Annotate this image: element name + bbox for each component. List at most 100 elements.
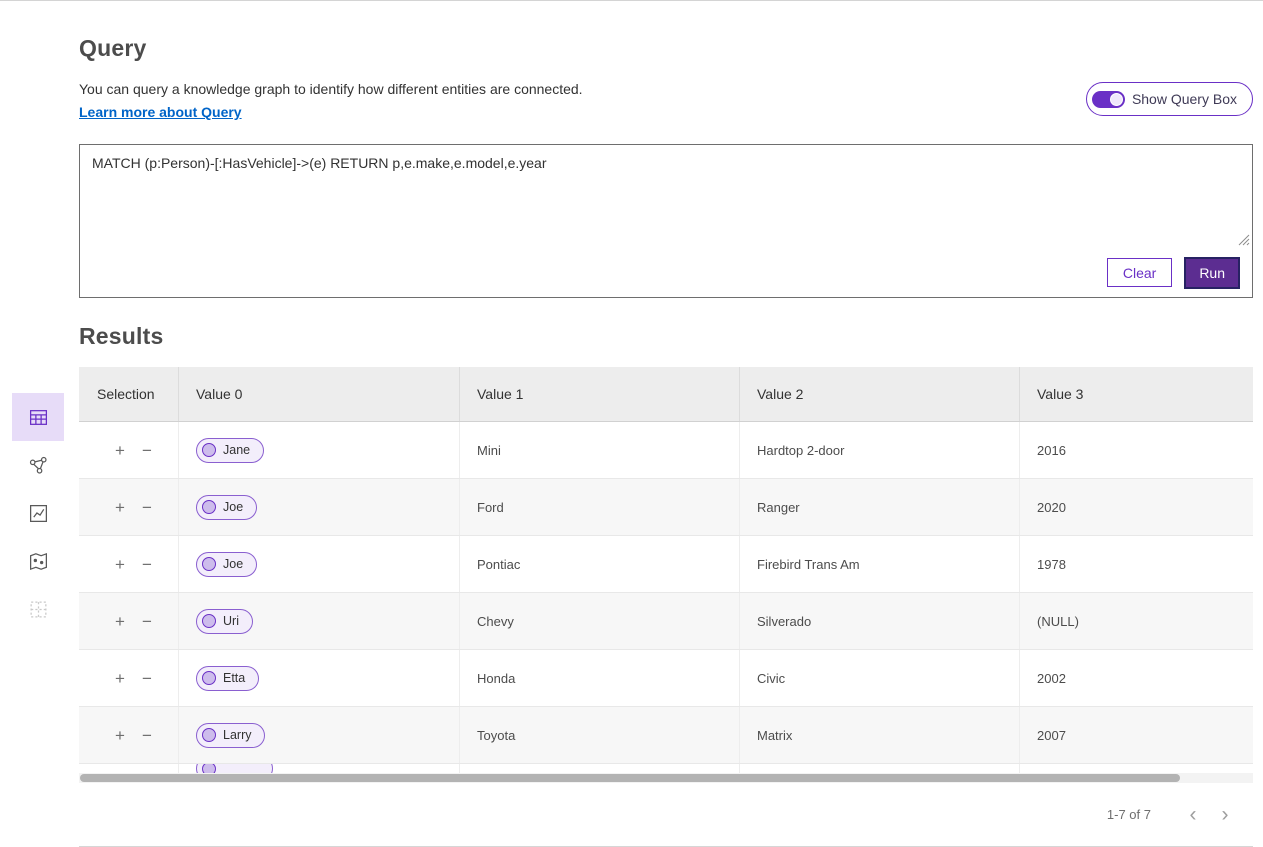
select-add-button[interactable]: + bbox=[113, 440, 127, 461]
table-view-button[interactable] bbox=[12, 393, 64, 441]
run-button[interactable]: Run bbox=[1185, 258, 1239, 288]
results-section-title: Results bbox=[79, 323, 163, 350]
clear-button[interactable]: Clear bbox=[1107, 258, 1172, 287]
select-add-button[interactable]: + bbox=[113, 554, 127, 575]
query-description: You can query a knowledge graph to ident… bbox=[79, 81, 583, 97]
value1-cell: Pontiac bbox=[459, 536, 739, 592]
entity-chip[interactable]: Joe bbox=[196, 552, 257, 577]
entity-chip[interactable]: Jane bbox=[196, 438, 264, 463]
entity-label: Etta bbox=[223, 671, 245, 685]
table-row: +− Larry ToyotaMatrix2007 bbox=[79, 707, 1253, 764]
value3-cell: 2007 bbox=[1019, 707, 1253, 763]
select-add-button[interactable]: + bbox=[113, 725, 127, 746]
results-table: Selection Value 0 Value 1 Value 2 Value … bbox=[79, 367, 1253, 847]
toggle-knob bbox=[1110, 93, 1123, 106]
select-add-button[interactable]: + bbox=[113, 497, 127, 518]
value1-cell: Ford bbox=[459, 479, 739, 535]
value1-cell: Mini bbox=[459, 422, 739, 478]
entity-chip[interactable] bbox=[196, 764, 273, 773]
table-icon bbox=[28, 407, 49, 428]
value2-cell: Ranger bbox=[739, 479, 1019, 535]
select-add-button[interactable]: + bbox=[113, 611, 127, 632]
select-remove-button[interactable]: − bbox=[140, 611, 154, 632]
entity-chip[interactable]: Larry bbox=[196, 723, 265, 748]
value3-cell: 1978 bbox=[1019, 536, 1253, 592]
entity-label: Larry bbox=[223, 728, 251, 742]
value2-cell: Matrix bbox=[739, 707, 1019, 763]
entity-icon bbox=[202, 557, 216, 571]
select-add-button[interactable]: + bbox=[113, 668, 127, 689]
entity-icon bbox=[202, 500, 216, 514]
value3-cell: 2002 bbox=[1019, 650, 1253, 706]
pagination-range: 1-7 of 7 bbox=[1107, 807, 1151, 822]
selection-cell: +− bbox=[79, 536, 178, 592]
entity-icon bbox=[202, 671, 216, 685]
toggle-label: Show Query Box bbox=[1132, 91, 1237, 107]
chart-icon bbox=[28, 503, 49, 524]
entity-icon bbox=[202, 764, 216, 773]
value2-cell: Civic bbox=[739, 650, 1019, 706]
table-row: +−JaneMiniHardtop 2-door2016 bbox=[79, 422, 1253, 479]
link-chart-view-button[interactable] bbox=[12, 441, 64, 489]
learn-more-link[interactable]: Learn more about Query bbox=[79, 104, 242, 120]
query-actions: Clear Run bbox=[80, 248, 1252, 297]
pagination-next-button[interactable]: › bbox=[1209, 799, 1241, 831]
view-toolbar bbox=[12, 393, 64, 633]
value3-cell: (NULL) bbox=[1019, 593, 1253, 649]
chart-view-button[interactable] bbox=[12, 489, 64, 537]
table-footer: 1-7 of 7 ‹ › bbox=[79, 783, 1253, 847]
entity-chip[interactable]: Uri bbox=[196, 609, 253, 634]
table-row-partial bbox=[79, 764, 1253, 773]
results-table-body: +−JaneMiniHardtop 2-door2016+−JoeFordRan… bbox=[79, 422, 1253, 764]
value0-cell: Uri bbox=[178, 593, 459, 649]
entity-icon bbox=[202, 728, 216, 742]
value2-cell: Firebird Trans Am bbox=[739, 536, 1019, 592]
query-input[interactable]: MATCH (p:Person)-[:HasVehicle]->(e) RETU… bbox=[80, 145, 1252, 249]
link-chart-icon bbox=[28, 455, 49, 476]
selection-cell: +− bbox=[79, 593, 178, 649]
horizontal-scrollbar-thumb[interactable] bbox=[80, 774, 1180, 782]
entity-icon bbox=[202, 614, 216, 628]
select-remove-button[interactable]: − bbox=[140, 497, 154, 518]
selection-cell: +− bbox=[79, 707, 178, 763]
value1-cell: Honda bbox=[459, 650, 739, 706]
value1-cell: Toyota bbox=[459, 707, 739, 763]
select-remove-button[interactable]: − bbox=[140, 725, 154, 746]
horizontal-scrollbar bbox=[79, 773, 1253, 783]
table-row: +− Uri ChevySilverado(NULL) bbox=[79, 593, 1253, 650]
value1-cell: Chevy bbox=[459, 593, 739, 649]
value0-cell: Larry bbox=[178, 707, 459, 763]
select-remove-button[interactable]: − bbox=[140, 554, 154, 575]
entity-chip[interactable]: Joe bbox=[196, 495, 257, 520]
value3-cell: 2016 bbox=[1019, 422, 1253, 478]
toggle-switch-icon[interactable] bbox=[1092, 91, 1125, 108]
value0-cell: Jane bbox=[178, 422, 459, 478]
table-row: +− Joe FordRanger2020 bbox=[79, 479, 1253, 536]
value2-cell: Silverado bbox=[739, 593, 1019, 649]
table-row: +− Joe PontiacFirebird Trans Am1978 bbox=[79, 536, 1253, 593]
entity-label: Jane bbox=[223, 443, 250, 457]
show-query-box-toggle[interactable]: Show Query Box bbox=[1086, 82, 1253, 116]
entity-label: Uri bbox=[223, 614, 239, 628]
pagination-prev-button[interactable]: ‹ bbox=[1177, 799, 1209, 831]
layout-icon bbox=[28, 599, 49, 620]
value3-cell: 2020 bbox=[1019, 479, 1253, 535]
selection-cell: +− bbox=[79, 479, 178, 535]
value0-cell: Etta bbox=[178, 650, 459, 706]
map-view-button[interactable] bbox=[12, 537, 64, 585]
column-header-value3: Value 3 bbox=[1019, 367, 1253, 421]
column-header-value2: Value 2 bbox=[739, 367, 1019, 421]
select-remove-button[interactable]: − bbox=[140, 440, 154, 461]
column-header-value0: Value 0 bbox=[178, 367, 459, 421]
column-header-selection: Selection bbox=[79, 367, 178, 421]
select-remove-button[interactable]: − bbox=[140, 668, 154, 689]
table-row: +− Etta HondaCivic2002 bbox=[79, 650, 1253, 707]
entity-label: Joe bbox=[223, 500, 243, 514]
query-box: MATCH (p:Person)-[:HasVehicle]->(e) RETU… bbox=[79, 144, 1253, 298]
value0-cell: Joe bbox=[178, 479, 459, 535]
entity-chip[interactable]: Etta bbox=[196, 666, 259, 691]
entity-icon bbox=[202, 443, 216, 457]
selection-cell: +− bbox=[79, 422, 178, 478]
entity-label: Joe bbox=[223, 557, 243, 571]
results-table-header: Selection Value 0 Value 1 Value 2 Value … bbox=[79, 367, 1253, 422]
